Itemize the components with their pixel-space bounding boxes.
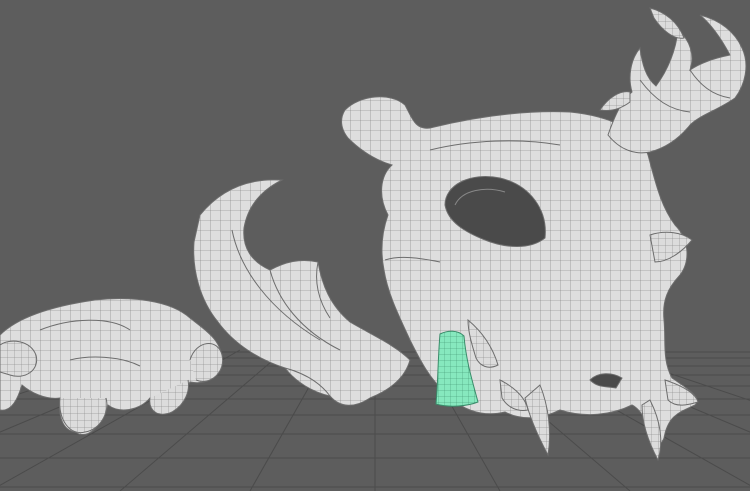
3d-viewport[interactable]	[0, 0, 750, 491]
